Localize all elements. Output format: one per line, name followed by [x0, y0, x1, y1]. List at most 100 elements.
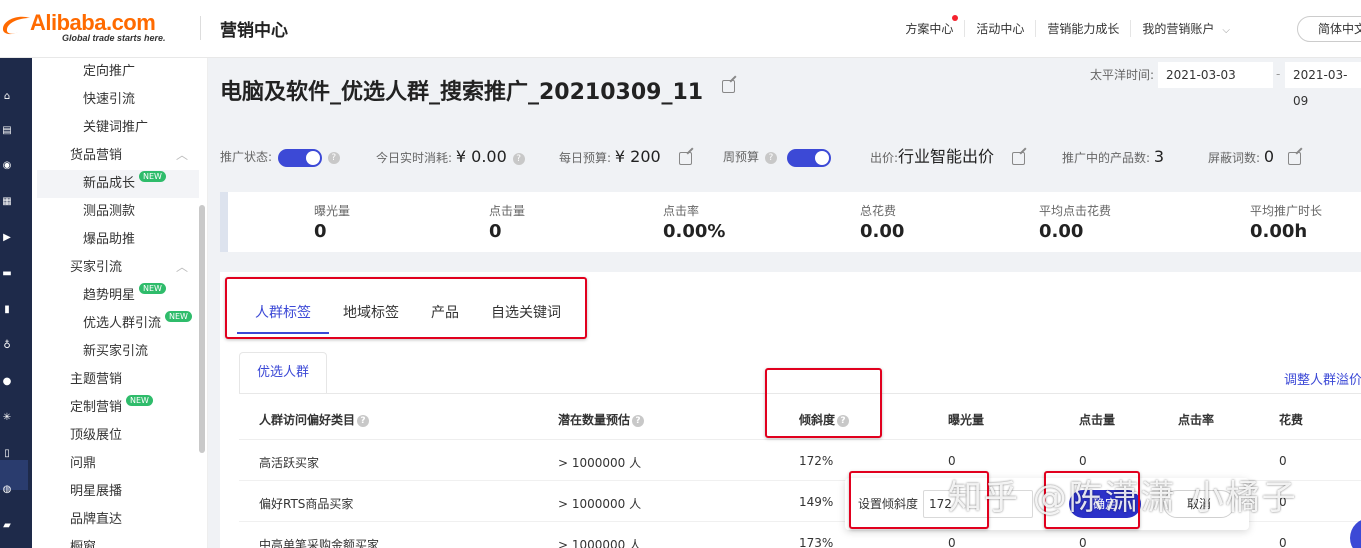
metric-ctr: 点击率 0.00% — [663, 202, 725, 242]
sidebar-item-label: 新品成长 — [83, 176, 136, 191]
chevron-up-icon[interactable]: ︿ — [176, 258, 188, 275]
chevron-up-icon[interactable]: ︿ — [176, 146, 188, 163]
marketing-icon[interactable]: ✳ — [0, 411, 14, 425]
message-icon[interactable]: ▬ — [0, 267, 14, 281]
language-switcher[interactable]: 简体中文 — [1297, 16, 1361, 42]
date-start-input[interactable]: 2021-03-03 — [1158, 62, 1273, 88]
help-icon[interactable]: ? — [764, 151, 777, 164]
globe-icon[interactable]: ◍ — [0, 483, 14, 497]
bulb-icon[interactable]: ♁ — [0, 339, 14, 353]
cell-tilt[interactable]: 172% — [799, 454, 833, 468]
sidebar-item-audience[interactable]: 优选人群引流 NEW — [83, 310, 192, 338]
document-icon[interactable]: ▯ — [0, 447, 14, 461]
cell-tilt[interactable]: 173% — [799, 536, 833, 548]
video-icon[interactable]: ▶ — [0, 231, 14, 245]
adjust-premium-link[interactable]: 调整人群溢价 — [1284, 369, 1361, 388]
weekly-budget: 周预算 ? — [723, 146, 831, 168]
highlight-box-tabs — [225, 277, 587, 339]
truck-icon[interactable]: ▰ — [0, 519, 14, 533]
promo-status-toggle[interactable] — [277, 148, 322, 167]
sidebar-item-custom[interactable]: 定制营销 NEW — [70, 394, 153, 422]
metric-label: 点击率 — [663, 204, 700, 218]
sidebar-item-showcase[interactable]: 橱窗 — [70, 534, 96, 548]
notification-dot — [952, 15, 959, 21]
cell-tilt[interactable]: 149% — [799, 495, 833, 509]
cell-cost: 0 — [1279, 536, 1287, 548]
sidebar-item-test[interactable]: 测品测款 — [83, 198, 135, 226]
nav-growth[interactable]: 营销能力成长 — [1035, 20, 1130, 37]
cell-estimate: > 1000000 人 — [558, 456, 642, 470]
sidebar-item-label: 定制营销 — [70, 400, 123, 415]
sidebar-scrollbar[interactable] — [199, 205, 205, 453]
new-badge: NEW — [139, 171, 166, 182]
home-icon[interactable]: ⌂ — [0, 90, 14, 104]
metrics-card: 曝光量 0 点击量 0 点击率 0.00% 总花费 0.00 平均点击花费 0.00 平均… — [220, 192, 1361, 252]
edit-icon[interactable] — [1011, 152, 1025, 165]
new-badge: NEW — [165, 311, 192, 322]
weekly-label: 周预算 — [723, 150, 760, 164]
sidebar-item-top-booth[interactable]: 顶级展位 — [70, 422, 122, 450]
today-spend: 今日实时消耗: ¥ 0.00 ? — [376, 146, 525, 169]
shield-icon[interactable]: ◉ — [0, 159, 14, 173]
edit-icon[interactable] — [1287, 152, 1301, 165]
help-icon[interactable]: ? — [512, 152, 525, 165]
cell-impressions: 0 — [948, 454, 956, 468]
bid-label: 出价: — [870, 151, 899, 165]
metric-label: 曝光量 — [314, 204, 351, 218]
nav-my-account[interactable]: 我的营销账户 ⌵ — [1130, 20, 1241, 37]
cell-name: 中高单笔采购金额买家 — [259, 538, 380, 548]
sidebar-item-boost[interactable]: 爆品助推 — [83, 226, 135, 254]
promo-status: 推广状态: ? — [220, 146, 340, 168]
sidebar-item-wending[interactable]: 问鼎 — [70, 450, 96, 478]
sidebar-item-quick-traffic[interactable]: 快速引流 — [83, 86, 135, 114]
sidebar-item-keyword[interactable]: 关键词推广 — [83, 114, 148, 142]
calendar-icon[interactable]: ▤ — [0, 124, 14, 138]
date-end-input[interactable]: 2021-03-09 — [1285, 62, 1361, 108]
metric-value: 0 — [314, 221, 327, 242]
sidebar-item-label: 测品测款 — [83, 204, 136, 219]
subtab-preferred-audience[interactable]: 优选人群 — [239, 352, 327, 394]
cancel-button[interactable]: 取消 — [1163, 490, 1235, 518]
sidebar-item-new-product[interactable]: 新品成长 NEW — [37, 170, 199, 198]
metric-impressions: 曝光量 0 — [314, 202, 350, 242]
edit-icon[interactable] — [678, 152, 692, 165]
sidebar-item-theme[interactable]: 主题营销 — [70, 366, 122, 394]
help-icon[interactable]: ? — [632, 414, 645, 427]
edit-icon[interactable] — [722, 80, 735, 93]
bid-setting: 出价:行业智能出价 — [870, 146, 1025, 169]
sidebar-item-new-buyer[interactable]: 新买家引流 — [83, 338, 148, 366]
help-icon[interactable]: ? — [327, 151, 340, 164]
spend-value: ¥ 0.00 — [455, 147, 507, 166]
page-title: 电脑及软件_优选人群_搜索推广_20210309_11 — [220, 80, 704, 105]
budget-label: 每日预算: — [559, 151, 612, 165]
alibaba-logo[interactable]: Alibaba.com Global trade starts here. — [0, 8, 190, 48]
sidebar-group-buyer[interactable]: 买家引流 — [70, 254, 122, 282]
users-icon[interactable]: ● — [0, 375, 14, 389]
highlight-box-confirm — [1044, 471, 1140, 529]
nav-plan-center[interactable]: 方案中心 — [894, 15, 964, 37]
tilt-popover: 设置倾斜度 172 确定 取消 — [845, 471, 1249, 530]
apps-icon[interactable]: ▦ — [0, 195, 14, 209]
sidebar-item-trend[interactable]: 趋势明星 NEW — [83, 282, 166, 310]
sidebar-item-label: 快速引流 — [83, 92, 136, 107]
nav-activity-center[interactable]: 活动中心 — [964, 20, 1035, 37]
help-icon[interactable]: ? — [357, 414, 370, 427]
highlight-box-input — [849, 471, 989, 529]
blocked-label: 屏蔽词数: — [1208, 151, 1261, 165]
budget-value: ¥ 200 — [614, 147, 661, 166]
sidebar-item-label: 主题营销 — [70, 372, 123, 387]
sidebar-item-targeted[interactable]: 定向推广 — [83, 58, 135, 86]
sidebar-item-star-show[interactable]: 明星展播 — [70, 478, 122, 506]
weekly-budget-toggle[interactable] — [786, 148, 831, 167]
date-separator: - — [1276, 67, 1281, 81]
chart-icon[interactable]: ▮ — [0, 303, 14, 317]
cell-cost: 0 — [1279, 495, 1287, 509]
metric-clicks: 点击量 0 — [489, 202, 525, 242]
spend-label: 今日实时消耗: — [376, 151, 453, 165]
cell-estimate: > 1000000 人 — [558, 538, 642, 548]
cell-cost: 0 — [1279, 454, 1287, 468]
sidebar-item-brand[interactable]: 品牌直达 — [70, 506, 122, 534]
cell-estimate: > 1000000 人 — [558, 497, 642, 511]
cell-clicks: 0 — [1079, 536, 1087, 548]
highlight-box-tilt — [765, 368, 882, 438]
